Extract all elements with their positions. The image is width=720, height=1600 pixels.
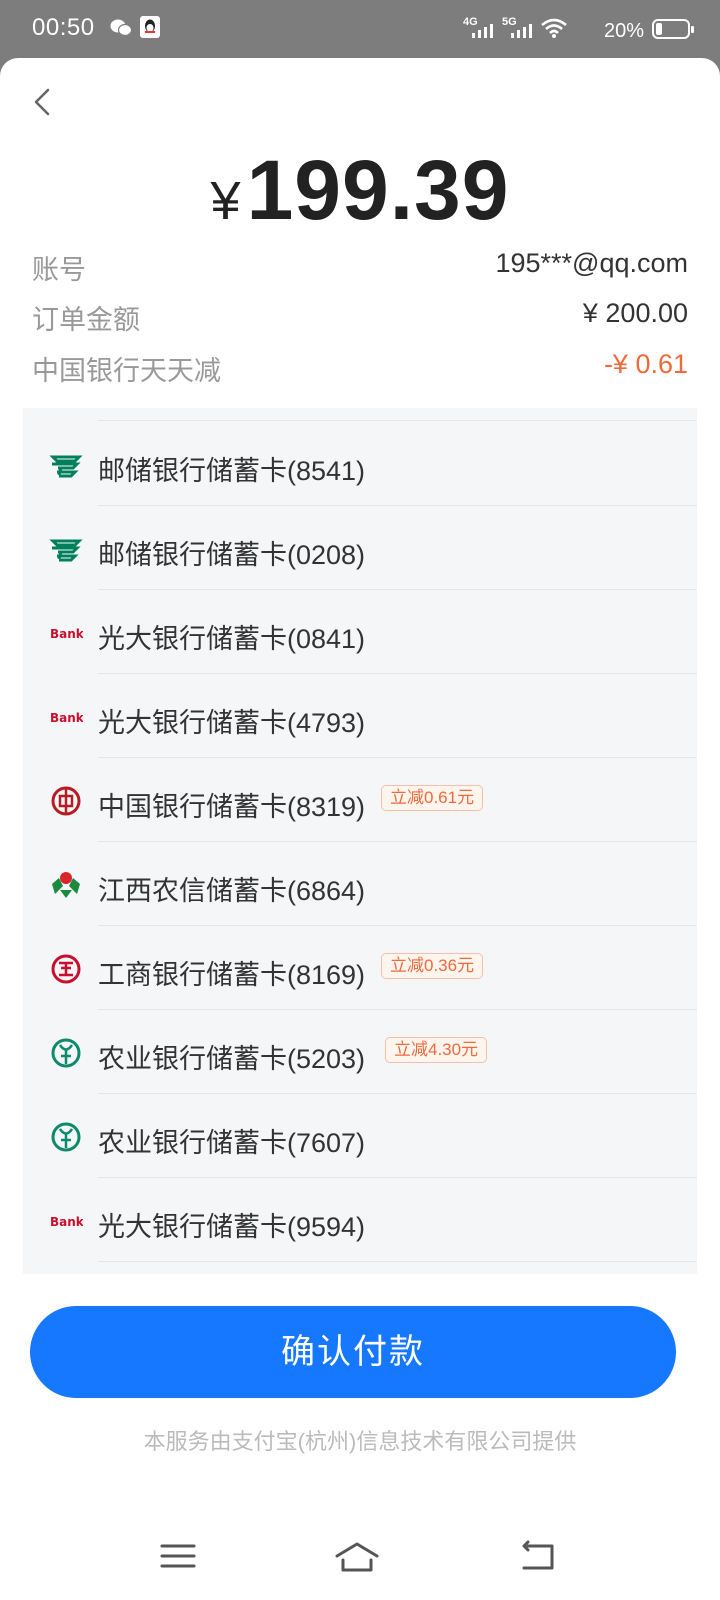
svg-text:Bank: Bank [50,1215,83,1229]
system-nav-bar [0,1508,720,1600]
bank-card-name: 邮储银行储蓄卡(8541) [98,456,366,486]
info-row-discount: 中国银行天天减 -¥ 0.61 [32,349,688,389]
ceb-bank-icon: Bank [50,627,83,641]
ceb-bank-icon: Bank [50,711,83,725]
payment-amount: ¥199.39 [0,142,720,239]
discount-badge: 立减4.30元 [385,1037,488,1063]
home-icon[interactable] [333,1536,381,1576]
wechat-icon [110,19,132,37]
bank-card-name: 光大银行储蓄卡(9594) [98,1212,366,1242]
confirm-payment-button[interactable]: 确认付款 [30,1306,676,1398]
boc-icon [51,786,81,816]
discount-badge: 立减0.61元 [381,785,484,811]
status-bar: 00:50 4G 5G 20% [0,0,720,58]
signal-4g-icon [472,24,493,38]
info-row-order-amount: 订单金额 ¥ 200.00 [32,298,688,338]
bank-card-item[interactable]: Bank 光大银行储蓄卡(4793) [23,674,697,758]
svg-text:Bank: Bank [50,627,83,641]
bank-card-item[interactable]: Bank 光大银行储蓄卡(9594) [23,1178,697,1262]
bank-card-name: 农业银行储蓄卡(5203) [98,1044,366,1074]
back-icon[interactable] [518,1536,558,1576]
bank-card-name: 农业银行储蓄卡(7607) [98,1128,366,1158]
bank-card-name: 江西农信储蓄卡(6864) [98,876,366,906]
bank-card-name: 光大银行储蓄卡(4793) [98,708,366,738]
svg-text:Bank: Bank [50,711,83,725]
bank-card-item[interactable]: 农业银行储蓄卡(7607) [23,1094,697,1178]
amount-currency: ¥ [210,171,241,231]
info-row-account: 账号 195***@qq.com [32,248,688,288]
bank-card-name: 中国银行储蓄卡(8319) [98,792,366,822]
back-button[interactable] [24,82,64,122]
payment-sheet: ¥199.39 账号 195***@qq.com 订单金额 ¥ 200.00 中… [0,58,720,1600]
bank-card-item[interactable]: Bank 光大银行储蓄卡(0841) [23,590,697,674]
bank-card-item[interactable]: 中国银行储蓄卡(8319) 立减0.61元 [23,758,697,842]
menu-icon[interactable] [158,1536,198,1576]
bank-card-item[interactable]: 邮储银行储蓄卡(8541) [23,422,697,506]
jxnx-icon [52,872,80,898]
discount-badge: 立减0.36元 [381,953,484,979]
wifi-icon [541,18,567,38]
battery-percent: 20% [603,20,644,42]
bank-card-name: 工商银行储蓄卡(8169) [98,960,366,990]
service-provider-note: 本服务由支付宝(杭州)信息技术有限公司提供 [143,1429,577,1454]
battery-icon [652,19,694,39]
bank-card-item[interactable]: 工商银行储蓄卡(8169) 立减0.36元 [23,926,697,1010]
status-time: 00:50 [32,14,95,41]
account-label: 账号 [32,255,86,285]
discount-label: 中国银行天天减 [32,356,221,386]
bank-card-item[interactable]: 农业银行储蓄卡(5203) 立减4.30元 [23,1010,697,1094]
bank-card-item[interactable]: 江西农信储蓄卡(6864) [23,842,697,926]
psbc-icon [49,455,83,478]
list-divider [98,1261,697,1262]
signal-5g-icon [511,24,532,38]
order-amount-label: 订单金额 [32,305,140,335]
bank-card-list[interactable]: 邮储银行储蓄卡(8541) 邮储银行储蓄卡(0208) Bank 光大银行储蓄卡… [23,408,697,1274]
icbc-icon [51,954,81,984]
bank-card-item[interactable]: 邮储银行储蓄卡(0208) [23,506,697,590]
bank-card-name: 光大银行储蓄卡(0841) [98,624,366,654]
order-amount-value: ¥ 200.00 [582,298,688,328]
abc-icon [51,1122,81,1152]
bank-card-name: 邮储银行储蓄卡(0208) [98,540,366,570]
qq-icon [140,16,160,38]
amount-value: 199.39 [246,143,510,237]
list-divider [98,420,697,421]
discount-value: -¥ 0.61 [603,349,688,379]
ceb-bank-icon: Bank [50,1215,83,1229]
psbc-icon [49,539,83,562]
abc-icon [51,1038,81,1068]
account-value: 195***@qq.com [495,248,688,278]
